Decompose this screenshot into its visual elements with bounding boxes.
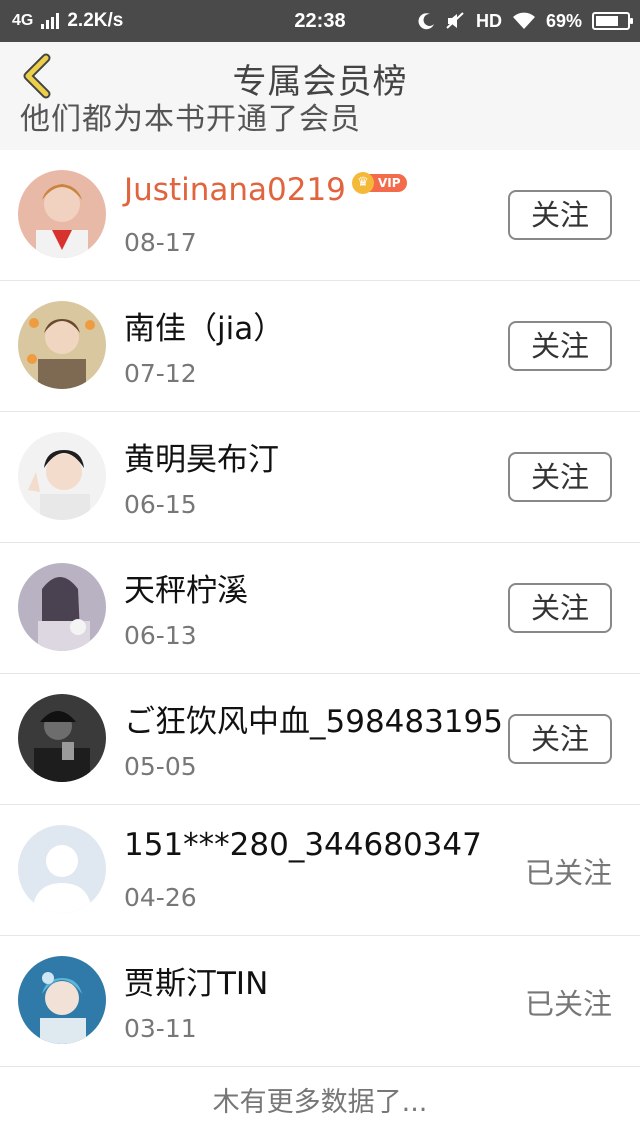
battery-percent: 69%: [545, 10, 582, 31]
no-more-data: 木有更多数据了...: [212, 1087, 428, 1118]
list-item[interactable]: 天秤柠溪 06-13 关注: [0, 543, 640, 674]
default-avatar-icon: [18, 825, 106, 913]
crown-icon: ♛: [352, 172, 374, 194]
member-date: 06-13: [124, 621, 197, 650]
list-item[interactable]: 黄明昊布汀 06-15 关注: [0, 412, 640, 543]
list-item[interactable]: Justinana0219 ♛ VIP 08-17 关注: [0, 150, 640, 281]
member-name[interactable]: 天秤柠溪: [124, 565, 248, 610]
follow-button[interactable]: 关注: [508, 452, 612, 502]
list-item[interactable]: ご狂饮风中血_598483195 05-05 关注: [0, 674, 640, 805]
avatar[interactable]: [18, 694, 106, 782]
mute-icon: [446, 12, 464, 29]
member-name[interactable]: ご狂饮风中血_598483195: [124, 696, 503, 741]
page-subtitle: 他们都为本书开通了会员: [20, 102, 361, 137]
avatar[interactable]: [18, 301, 106, 389]
avatar[interactable]: [18, 825, 106, 913]
member-list: Justinana0219 ♛ VIP 08-17 关注 南佳（jia） 07-…: [0, 150, 640, 1067]
vip-badge: ♛ VIP: [352, 172, 407, 194]
member-name[interactable]: 南佳（jia）: [124, 303, 284, 348]
battery-icon: [592, 12, 633, 30]
wifi-icon: [512, 12, 535, 29]
member-date: 04-26: [124, 883, 197, 912]
status-right: HD 69%: [418, 0, 633, 42]
member-date: 06-15: [124, 490, 197, 519]
follow-button[interactable]: 关注: [508, 321, 612, 371]
member-name[interactable]: 黄明昊布汀: [124, 434, 279, 479]
followed-status[interactable]: 已关注: [525, 850, 612, 892]
member-name[interactable]: Justinana0219: [124, 172, 346, 208]
avatar[interactable]: [18, 563, 106, 651]
followed-status[interactable]: 已关注: [525, 981, 612, 1023]
member-date: 03-11: [124, 1014, 197, 1043]
follow-button[interactable]: 关注: [508, 714, 612, 764]
member-date: 07-12: [124, 359, 197, 388]
follow-button[interactable]: 关注: [508, 583, 612, 633]
page-header: 专属会员榜 他们都为本书开通了会员: [0, 42, 640, 151]
member-name[interactable]: 贾斯汀TIN: [124, 958, 268, 1003]
list-item[interactable]: 151***280_344680347 04-26 已关注: [0, 805, 640, 936]
moon-icon: [418, 13, 434, 30]
avatar[interactable]: [18, 170, 106, 258]
avatar[interactable]: [18, 956, 106, 1044]
list-item[interactable]: 贾斯汀TIN 03-11 已关注: [0, 936, 640, 1067]
status-bar: 4G 2.2K/s 22:38 HD 69%: [0, 0, 640, 42]
list-item[interactable]: 南佳（jia） 07-12 关注: [0, 281, 640, 412]
hd-indicator: HD: [475, 10, 502, 31]
follow-button[interactable]: 关注: [508, 190, 612, 240]
member-date: 05-05: [124, 752, 197, 781]
member-name[interactable]: 151***280_344680347: [124, 827, 482, 863]
member-date: 08-17: [124, 228, 197, 257]
avatar[interactable]: [18, 432, 106, 520]
